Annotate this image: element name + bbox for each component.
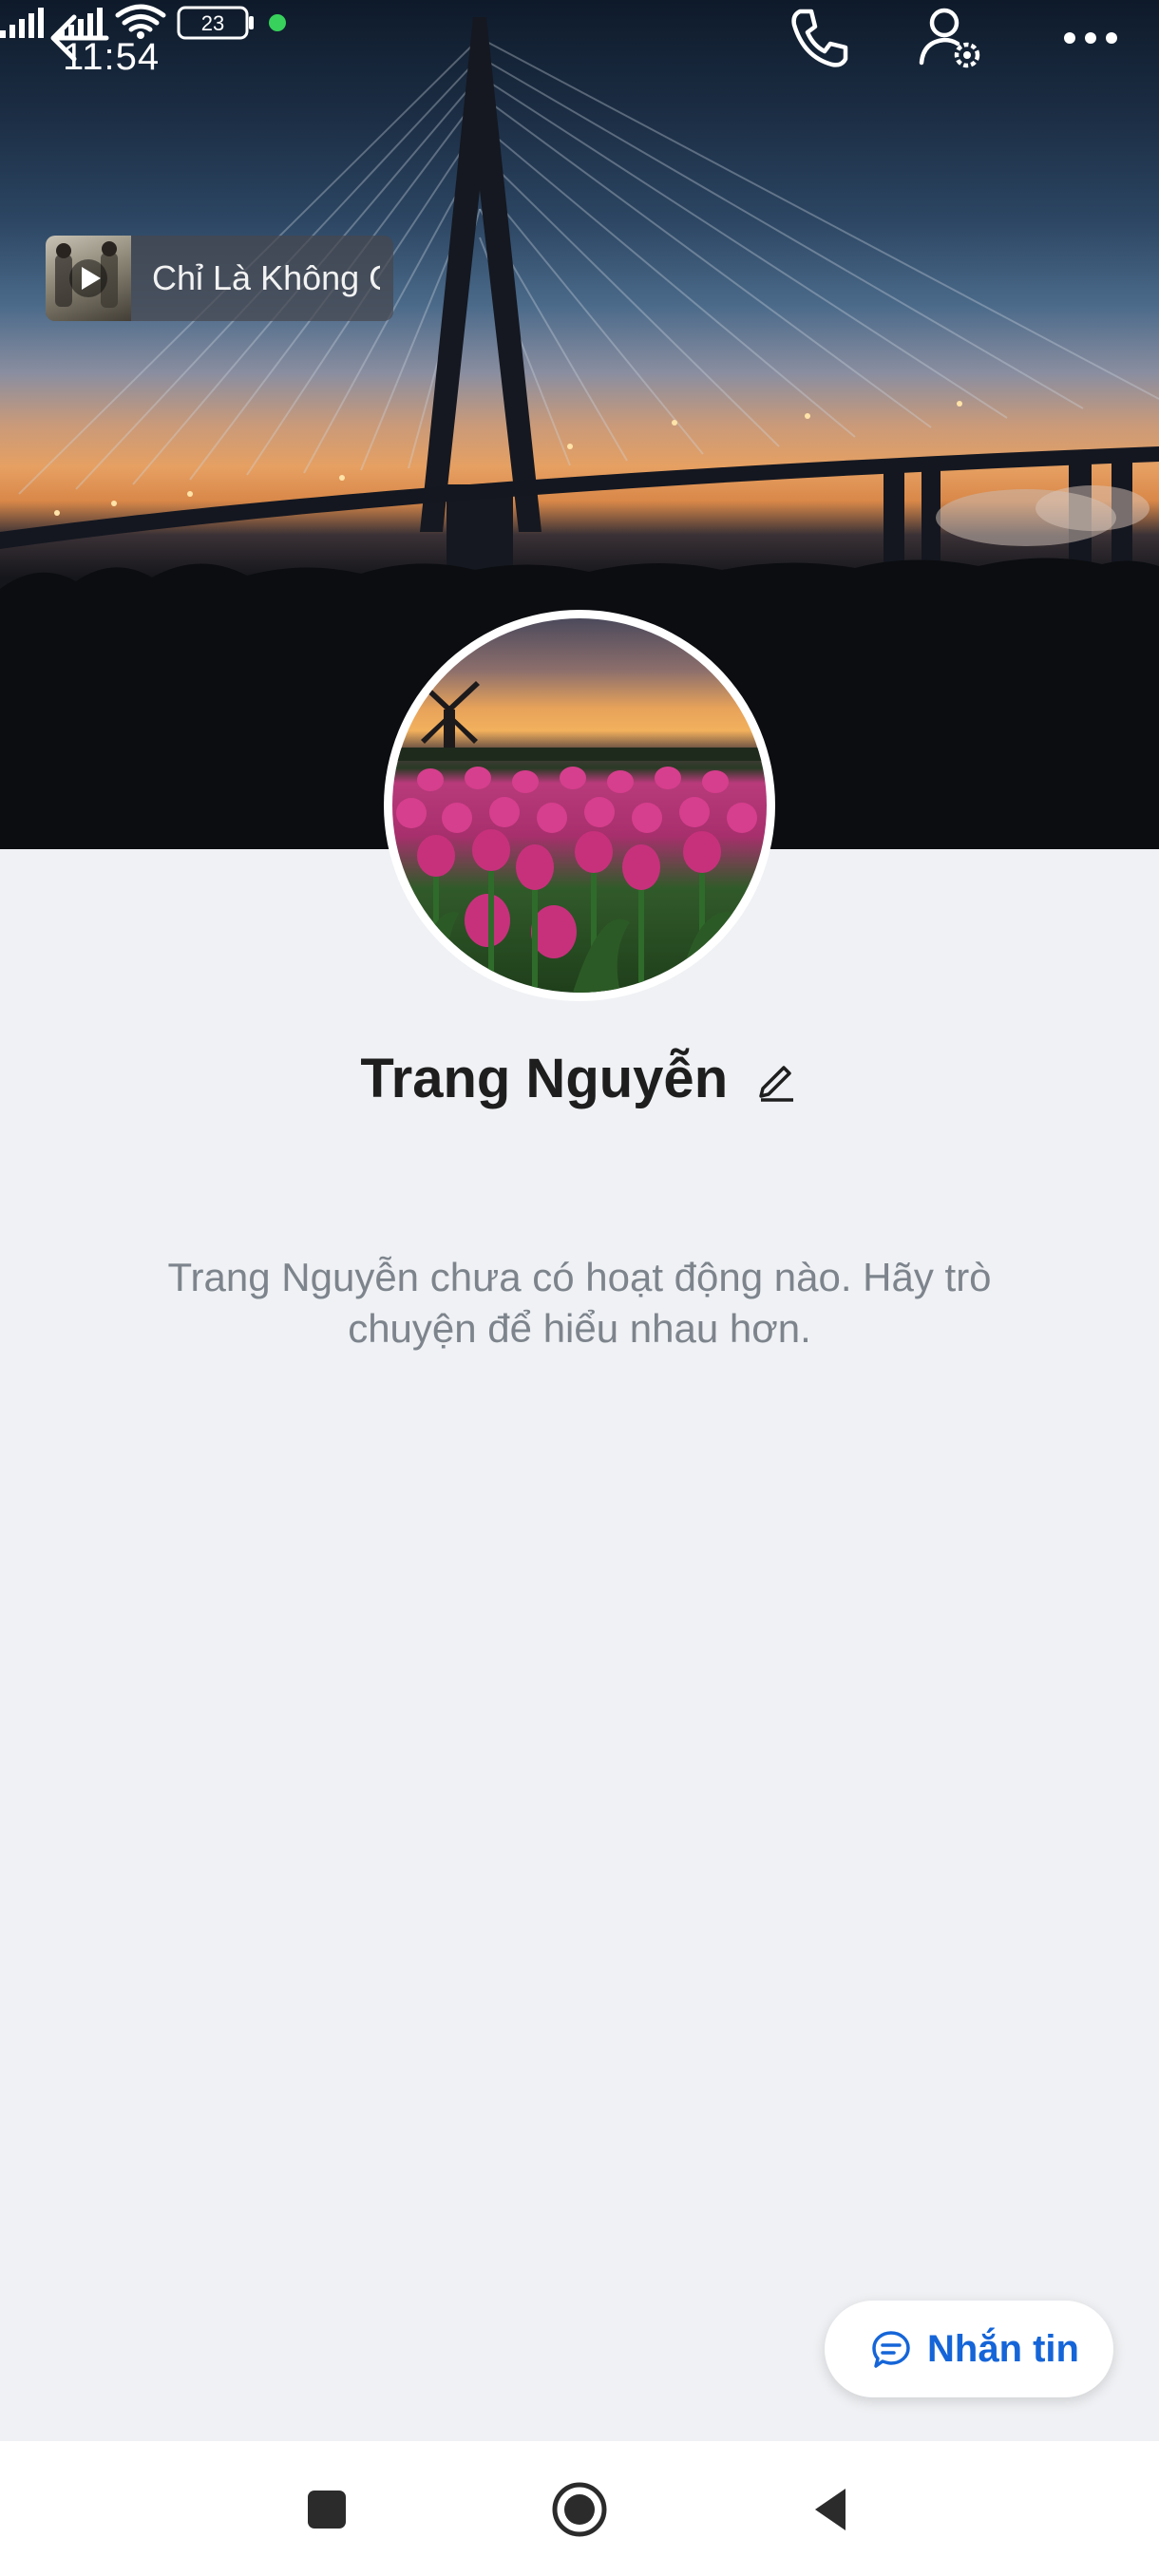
tulip-illustration bbox=[392, 681, 767, 993]
message-button[interactable]: Nhắn tin bbox=[825, 2301, 1113, 2397]
empty-activity-message: Trang Nguyễn chưa có hoạt động nào. Hãy … bbox=[167, 1255, 992, 1351]
profile-name: Trang Nguyễn bbox=[360, 1048, 729, 1109]
music-thumbnail bbox=[46, 236, 131, 321]
recents-square-icon[interactable] bbox=[296, 2479, 357, 2540]
active-dot bbox=[269, 14, 286, 31]
music-title: Chỉ Là Không Cùng Nhau bbox=[152, 258, 380, 297]
user-settings-icon[interactable] bbox=[914, 0, 990, 76]
arrow-left-icon[interactable] bbox=[42, 0, 118, 76]
pencil-icon[interactable] bbox=[753, 1056, 799, 1102]
battery-icon: 23 bbox=[177, 6, 254, 40]
more-dots-icon[interactable] bbox=[1053, 0, 1129, 76]
home-circle-icon[interactable] bbox=[549, 2479, 610, 2540]
avatar[interactable] bbox=[384, 610, 775, 1001]
play-icon bbox=[69, 259, 107, 297]
system-navbar bbox=[0, 2441, 1159, 2576]
profile-name-row: Trang Nguyễn bbox=[0, 1043, 1159, 1115]
phone-icon[interactable] bbox=[781, 0, 857, 76]
chat-bubble-icon bbox=[872, 2331, 910, 2368]
back-triangle-icon[interactable] bbox=[804, 2479, 864, 2540]
svg-text:23: 23 bbox=[201, 11, 224, 35]
music-chip[interactable]: Chỉ Là Không Cùng Nhau bbox=[46, 236, 393, 321]
message-button-label: Nhắn tin bbox=[927, 2328, 1079, 2370]
signal-icon bbox=[0, 8, 44, 38]
wifi-icon bbox=[115, 4, 166, 32]
